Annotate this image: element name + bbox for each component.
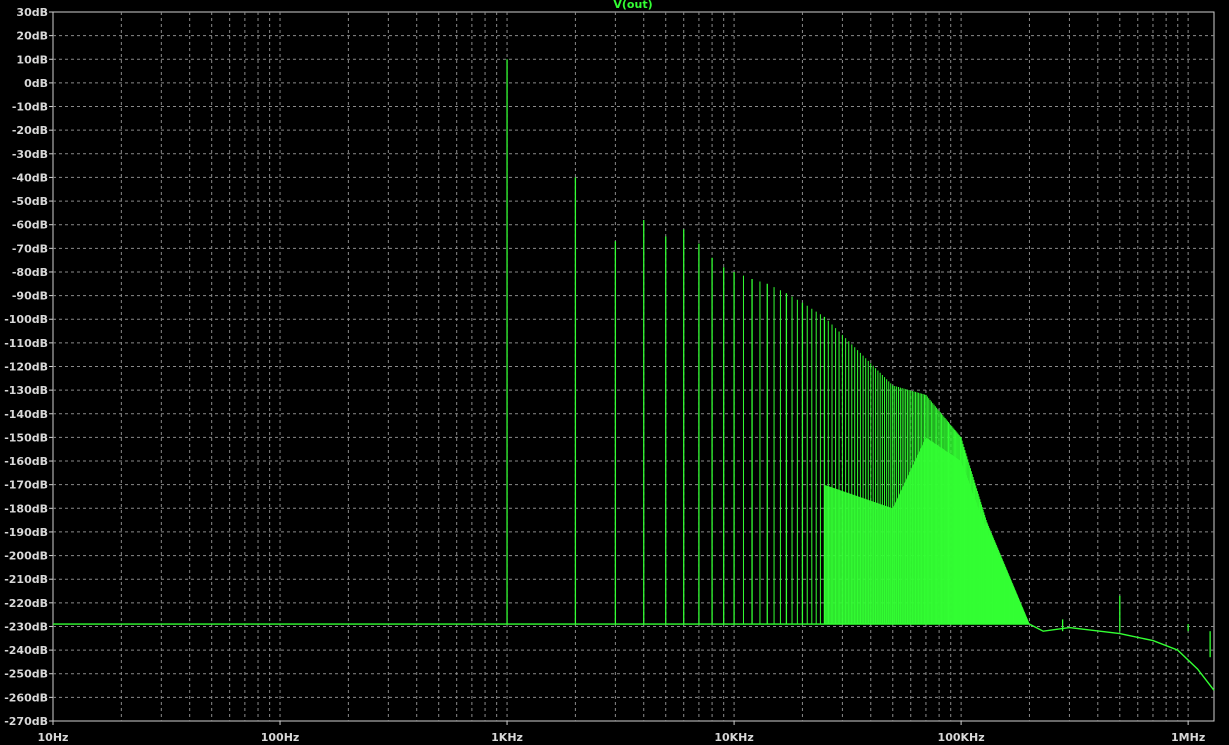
y-tick-label: -40dB: [12, 171, 48, 184]
y-tick-label: -230dB: [4, 620, 48, 633]
y-tick-label: 0dB: [24, 77, 48, 90]
x-tick-label: 1KHz: [491, 731, 523, 744]
y-tick-label: -140dB: [4, 408, 48, 421]
y-tick-label: -190dB: [4, 526, 48, 539]
y-tick-label: -150dB: [4, 431, 48, 444]
x-tick-label: 100KHz: [938, 731, 985, 744]
y-axis-ticks: 30dB 20dB 10dB 0dB -10dB -20dB -30dB -40dB -50dB…: [4, 6, 53, 728]
y-tick-label: -160dB: [4, 455, 48, 468]
x-tick-label: 10Hz: [38, 731, 69, 744]
y-tick-label: -90dB: [12, 290, 48, 303]
y-tick-label: -170dB: [4, 479, 48, 492]
y-tick-label: -270dB: [4, 715, 48, 728]
y-tick-label: -110dB: [4, 337, 48, 350]
y-tick-label: -120dB: [4, 361, 48, 374]
y-tick-label: -30dB: [12, 148, 48, 161]
y-tick-label: -220dB: [4, 597, 48, 610]
y-tick-label: -60dB: [12, 219, 48, 232]
trace-label[interactable]: V(out): [613, 0, 652, 11]
y-tick-label: -240dB: [4, 644, 48, 657]
spectrum-plot[interactable]: 10Hz 100Hz 1KHz 10KHz 100KHz 1MHz 30dB 20dB 10d…: [0, 0, 1229, 745]
y-tick-label: 10dB: [16, 53, 48, 66]
x-tick-label: 100Hz: [261, 731, 300, 744]
x-axis-ticks: 10Hz 100Hz 1KHz 10KHz 100KHz 1MHz: [38, 721, 1205, 744]
x-tick-label: 1MHz: [1171, 731, 1205, 744]
y-tick-label: -250dB: [4, 668, 48, 681]
y-tick-label: -260dB: [4, 691, 48, 704]
y-tick-label: -200dB: [4, 550, 48, 563]
y-tick-label: -130dB: [4, 384, 48, 397]
y-tick-label: -180dB: [4, 502, 48, 515]
y-tick-label: -80dB: [12, 266, 48, 279]
x-tick-label: 10KHz: [714, 731, 753, 744]
y-tick-label: -100dB: [4, 313, 48, 326]
y-tick-label: -20dB: [12, 124, 48, 137]
y-tick-label: -70dB: [12, 242, 48, 255]
y-tick-label: -10dB: [12, 101, 48, 114]
y-tick-label: 30dB: [16, 6, 48, 19]
y-tick-label: -210dB: [4, 573, 48, 586]
y-tick-label: 20dB: [16, 30, 48, 43]
y-tick-label: -50dB: [12, 195, 48, 208]
